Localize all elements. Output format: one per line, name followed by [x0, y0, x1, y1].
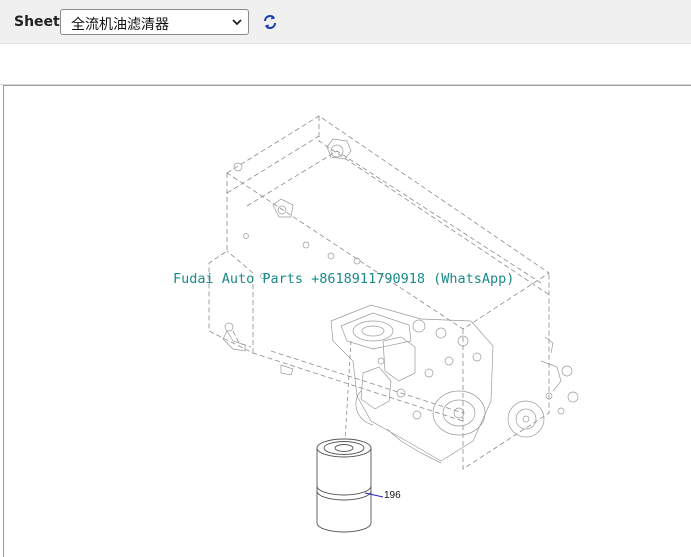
callout-196[interactable]: 196 [384, 490, 401, 501]
engine-oil-filter-drawing [208, 115, 579, 533]
sheet-select[interactable]: 全流机油滤清器 [60, 9, 249, 35]
refresh-icon[interactable] [261, 13, 279, 31]
sheet-select-value: 全流机油滤清器 [71, 17, 169, 33]
chevron-down-icon [232, 19, 242, 26]
watermark-text: Fudai Auto Parts +8618911790918 (WhatsAp… [173, 271, 515, 287]
toolbar: Sheet 全流机油滤清器 [0, 0, 691, 44]
drawing-viewer[interactable]: Fudai Auto Parts +8618911790918 (WhatsAp… [3, 85, 691, 557]
sub-toolbar [0, 44, 691, 85]
sheet-label: Sheet [14, 14, 60, 30]
